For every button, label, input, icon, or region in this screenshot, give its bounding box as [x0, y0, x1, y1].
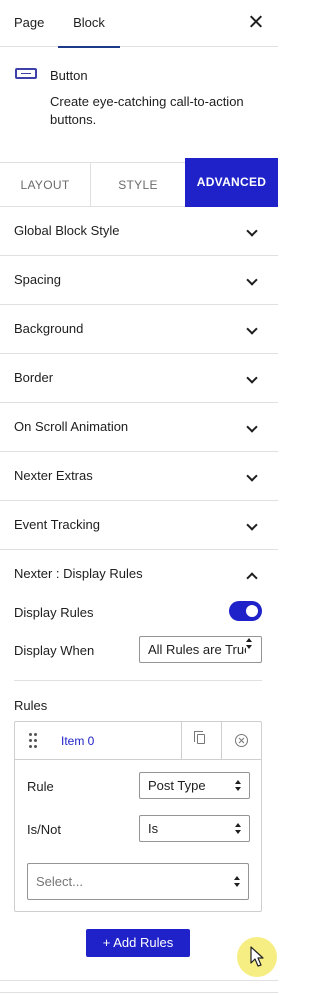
- divider: [0, 992, 278, 993]
- rule-label: Rule: [27, 779, 54, 794]
- rule-select[interactable]: Post Type: [139, 772, 250, 799]
- select-caret-icon: [234, 876, 240, 888]
- drag-handle-icon[interactable]: [29, 733, 37, 749]
- rule-item-title[interactable]: Item 0: [61, 722, 94, 760]
- close-circle-icon: [235, 734, 248, 747]
- display-rules-label: Display Rules: [14, 605, 94, 620]
- accordion-spacing[interactable]: Spacing: [0, 256, 278, 305]
- display-rules-toggle[interactable]: [229, 601, 262, 621]
- rule-value: Post Type: [148, 778, 206, 793]
- tab-style[interactable]: STYLE: [91, 163, 185, 207]
- accordion-background[interactable]: Background: [0, 305, 278, 354]
- chevron-down-icon: [246, 372, 258, 384]
- accordion-nexter-extras[interactable]: Nexter Extras: [0, 452, 278, 501]
- close-icon[interactable]: [246, 12, 266, 32]
- rules-label: Rules: [14, 698, 48, 713]
- display-when-value: All Rules are True: [148, 642, 252, 657]
- chevron-down-icon: [246, 470, 258, 482]
- rule-item-header: Item 0: [15, 722, 261, 760]
- value-select[interactable]: Select...: [27, 863, 249, 900]
- tab-advanced[interactable]: ADVANCED: [185, 158, 278, 207]
- accordion-label: Spacing: [14, 272, 61, 287]
- accordion-global-block-style[interactable]: Global Block Style: [0, 207, 278, 256]
- panel-tab-bar: LAYOUT STYLE ADVANCED: [0, 158, 278, 207]
- display-when-label: Display When: [14, 643, 95, 658]
- isnot-label: Is/Not: [27, 822, 61, 837]
- chevron-down-icon: [246, 323, 258, 335]
- accordion-label: Global Block Style: [14, 223, 120, 238]
- select-caret-icon: [235, 823, 241, 835]
- block-description: Create eye-catching call-to-action butto…: [50, 94, 244, 127]
- tab-page[interactable]: Page: [14, 0, 44, 47]
- accordion-label: Nexter : Display Rules: [14, 566, 143, 581]
- top-tab-bar: Page Block: [0, 0, 278, 48]
- remove-button[interactable]: [221, 722, 261, 760]
- copy-icon: [194, 731, 205, 744]
- button-icon: [15, 68, 37, 79]
- chevron-down-icon: [246, 519, 258, 531]
- tab-layout[interactable]: LAYOUT: [0, 163, 91, 207]
- rule-item-box: Item 0 Rule Post Type Is/Not Is Select..…: [14, 721, 262, 912]
- isnot-select[interactable]: Is: [139, 815, 250, 842]
- accordion-label: Event Tracking: [14, 517, 100, 532]
- mouse-pointer-icon: [250, 946, 264, 967]
- accordion-label: Background: [14, 321, 84, 336]
- accordion-on-scroll-animation[interactable]: On Scroll Animation: [0, 403, 278, 452]
- accordion-display-rules[interactable]: Nexter : Display Rules: [0, 550, 278, 599]
- isnot-value: Is: [148, 821, 159, 836]
- chevron-down-icon: [246, 274, 258, 286]
- accordion-label: On Scroll Animation: [14, 419, 129, 434]
- block-title: Button: [50, 68, 88, 83]
- divider: [0, 980, 278, 981]
- accordion-event-tracking[interactable]: Event Tracking: [0, 501, 278, 550]
- tab-block[interactable]: Block: [58, 0, 120, 48]
- value-placeholder: Select...: [36, 874, 83, 889]
- select-caret-icon: [246, 638, 260, 661]
- chevron-up-icon: [246, 572, 258, 584]
- accordion-border[interactable]: Border: [0, 354, 278, 403]
- display-when-select[interactable]: All Rules are True: [139, 636, 262, 663]
- chevron-down-icon: [246, 421, 258, 433]
- accordion-label: Border: [14, 370, 54, 385]
- accordion-label: Nexter Extras: [14, 468, 93, 483]
- add-rules-button[interactable]: + Add Rules: [86, 929, 190, 957]
- select-caret-icon: [235, 780, 241, 792]
- duplicate-button[interactable]: [181, 722, 221, 760]
- divider: [14, 680, 262, 681]
- chevron-down-icon: [246, 225, 258, 237]
